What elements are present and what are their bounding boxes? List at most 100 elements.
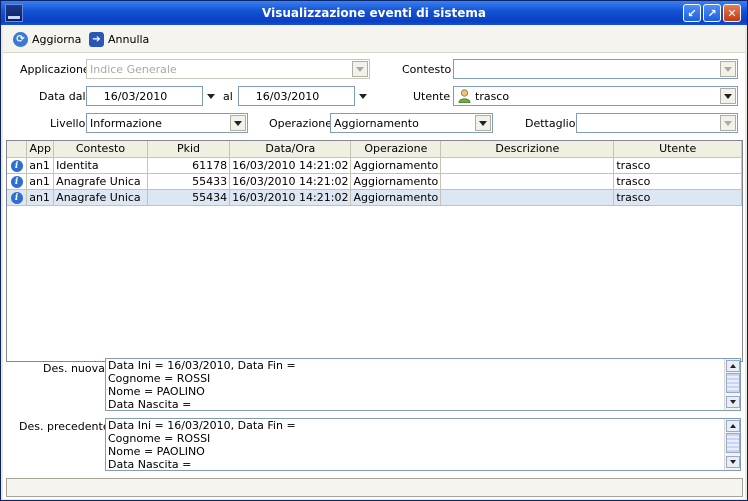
column-header-pkid[interactable]: Pkid	[147, 141, 231, 158]
livello-label: Livello	[50, 117, 86, 130]
scroll-thumb[interactable]	[726, 433, 740, 453]
cancel-label: Annulla	[108, 32, 150, 46]
cell-operazione: Aggiornamento	[350, 173, 442, 190]
cell-dataora: 16/03/2010 14:21:02	[229, 189, 352, 206]
vertical-scrollbar[interactable]	[724, 419, 740, 470]
scroll-up-icon[interactable]	[726, 420, 740, 432]
dettaglio-select[interactable]	[576, 113, 738, 133]
operazione-value: Aggiornamento	[334, 117, 419, 130]
memo-line: Cognome = ROSSI	[108, 432, 211, 445]
memo-line: Data Nascita =	[108, 458, 192, 471]
chevron-down-icon[interactable]	[720, 61, 736, 77]
memo-line: Nome = PAOLINO	[108, 445, 205, 458]
cell-operazione: Aggiornamento	[350, 157, 442, 174]
data-dal-field[interactable]: 16/03/2010	[86, 86, 203, 106]
chevron-down-icon[interactable]	[230, 115, 246, 131]
chevron-down-icon[interactable]	[475, 115, 491, 131]
cell-app: an1	[26, 157, 55, 174]
cell-app: an1	[26, 189, 55, 206]
applicazione-label: Applicazione	[20, 63, 90, 76]
chevron-down-icon[interactable]	[720, 115, 736, 131]
scroll-thumb[interactable]	[726, 373, 740, 393]
data-dal-dropdown-icon[interactable]	[204, 86, 218, 106]
column-header-descrizione[interactable]: Descrizione	[440, 141, 615, 158]
title-bar[interactable]: Visualizzazione eventi di sistema ↙ ↗ ✕	[1, 1, 747, 25]
status-bar	[6, 478, 743, 497]
maximize-button[interactable]: ↗	[703, 4, 721, 22]
dettaglio-label: Dettaglio	[525, 117, 576, 130]
applicazione-select[interactable]: Indice Generale	[86, 59, 370, 79]
chevron-down-icon[interactable]	[720, 88, 736, 104]
cell-descrizione	[440, 157, 615, 174]
table-row[interactable]: i an1 Anagrafe Unica 55433 16/03/2010 14…	[7, 173, 742, 190]
refresh-button[interactable]: ⟳ Aggiorna	[13, 30, 81, 48]
memo-line: Data Nascita =	[108, 398, 192, 411]
refresh-icon: ⟳	[13, 31, 28, 47]
column-header-utente[interactable]: Utente	[613, 141, 742, 158]
scroll-down-icon[interactable]	[726, 396, 740, 408]
table-row-selected[interactable]: i an1 Anagrafe Unica 55434 16/03/2010 14…	[7, 189, 742, 206]
cell-utente: trasco	[613, 189, 742, 206]
al-label: al	[223, 90, 233, 103]
cell-operazione: Aggiornamento	[350, 189, 442, 206]
column-header-app[interactable]: App	[26, 141, 55, 158]
cell-pkid: 61178	[147, 157, 231, 174]
data-al-value: 16/03/2010	[255, 90, 320, 103]
chevron-down-icon[interactable]	[352, 61, 368, 77]
info-icon: i	[10, 160, 23, 172]
user-icon	[458, 89, 471, 103]
memo-line: Nome = PAOLINO	[108, 385, 205, 398]
data-dal-value: 16/03/2010	[103, 90, 168, 103]
info-icon: i	[10, 176, 23, 188]
info-icon: i	[10, 192, 23, 204]
window-title: Visualizzazione eventi di sistema	[262, 6, 486, 20]
memo-line: Cognome = ROSSI	[108, 372, 211, 385]
column-header-icon[interactable]	[7, 141, 28, 158]
column-header-contesto[interactable]: Contesto	[53, 141, 148, 158]
toolbar: ⟳ Aggiorna ➔ Annulla	[3, 25, 745, 53]
contesto-label: Contesto	[402, 63, 452, 76]
cell-contesto: Anagrafe Unica	[53, 173, 148, 190]
refresh-label: Aggiorna	[32, 32, 82, 46]
utente-select[interactable]: trasco	[453, 86, 738, 106]
applicazione-value: Indice Generale	[90, 63, 177, 76]
cell-contesto: Identita	[53, 157, 148, 174]
livello-value: Informazione	[90, 117, 162, 130]
cell-dataora: 16/03/2010 14:21:02	[229, 157, 352, 174]
des-nuova-label: Des. nuova	[43, 362, 105, 375]
utente-label: Utente	[413, 90, 451, 103]
arrow-right-icon: ➔	[89, 31, 104, 47]
memo-line: Data Ini = 16/03/2010, Data Fin =	[108, 419, 296, 432]
column-header-operazione[interactable]: Operazione	[350, 141, 442, 158]
des-precedente-memo[interactable]: Data Ini = 16/03/2010, Data Fin = Cognom…	[105, 418, 741, 471]
column-header-dataora[interactable]: Data/Ora	[229, 141, 352, 158]
des-precedente-label: Des. precedente	[19, 420, 110, 433]
cell-utente: trasco	[613, 157, 742, 174]
livello-select[interactable]: Informazione	[86, 113, 248, 133]
scroll-up-icon[interactable]	[726, 360, 740, 372]
cell-descrizione	[440, 189, 615, 206]
close-button[interactable]: ✕	[723, 4, 741, 22]
table-row[interactable]: i an1 Identita 61178 16/03/2010 14:21:02…	[7, 157, 742, 174]
cell-pkid: 55434	[147, 189, 231, 206]
vertical-scrollbar[interactable]	[724, 359, 740, 410]
cancel-button[interactable]: ➔ Annulla	[89, 30, 149, 48]
cell-utente: trasco	[613, 173, 742, 190]
contesto-select[interactable]	[453, 59, 738, 79]
operazione-label: Operazione	[269, 117, 332, 130]
window-content: ⟳ Aggiorna ➔ Annulla Applicazione Indice…	[3, 25, 745, 499]
data-al-field[interactable]: 16/03/2010	[238, 86, 355, 106]
cell-descrizione	[440, 173, 615, 190]
cell-pkid: 55433	[147, 173, 231, 190]
des-nuova-memo[interactable]: Data Ini = 16/03/2010, Data Fin = Cognom…	[105, 358, 741, 411]
main-window: Visualizzazione eventi di sistema ↙ ↗ ✕ …	[0, 0, 748, 501]
cell-app: an1	[26, 173, 55, 190]
scroll-down-icon[interactable]	[726, 456, 740, 468]
events-grid[interactable]: App Contesto Pkid Data/Ora Operazione De…	[6, 140, 743, 362]
data-al-dropdown-icon[interactable]	[356, 86, 370, 106]
operazione-select[interactable]: Aggiornamento	[330, 113, 493, 133]
data-dal-label: Data dal	[39, 90, 86, 103]
restore-button[interactable]: ↙	[683, 4, 701, 22]
grid-header: App Contesto Pkid Data/Ora Operazione De…	[7, 141, 742, 158]
cell-contesto: Anagrafe Unica	[53, 189, 148, 206]
